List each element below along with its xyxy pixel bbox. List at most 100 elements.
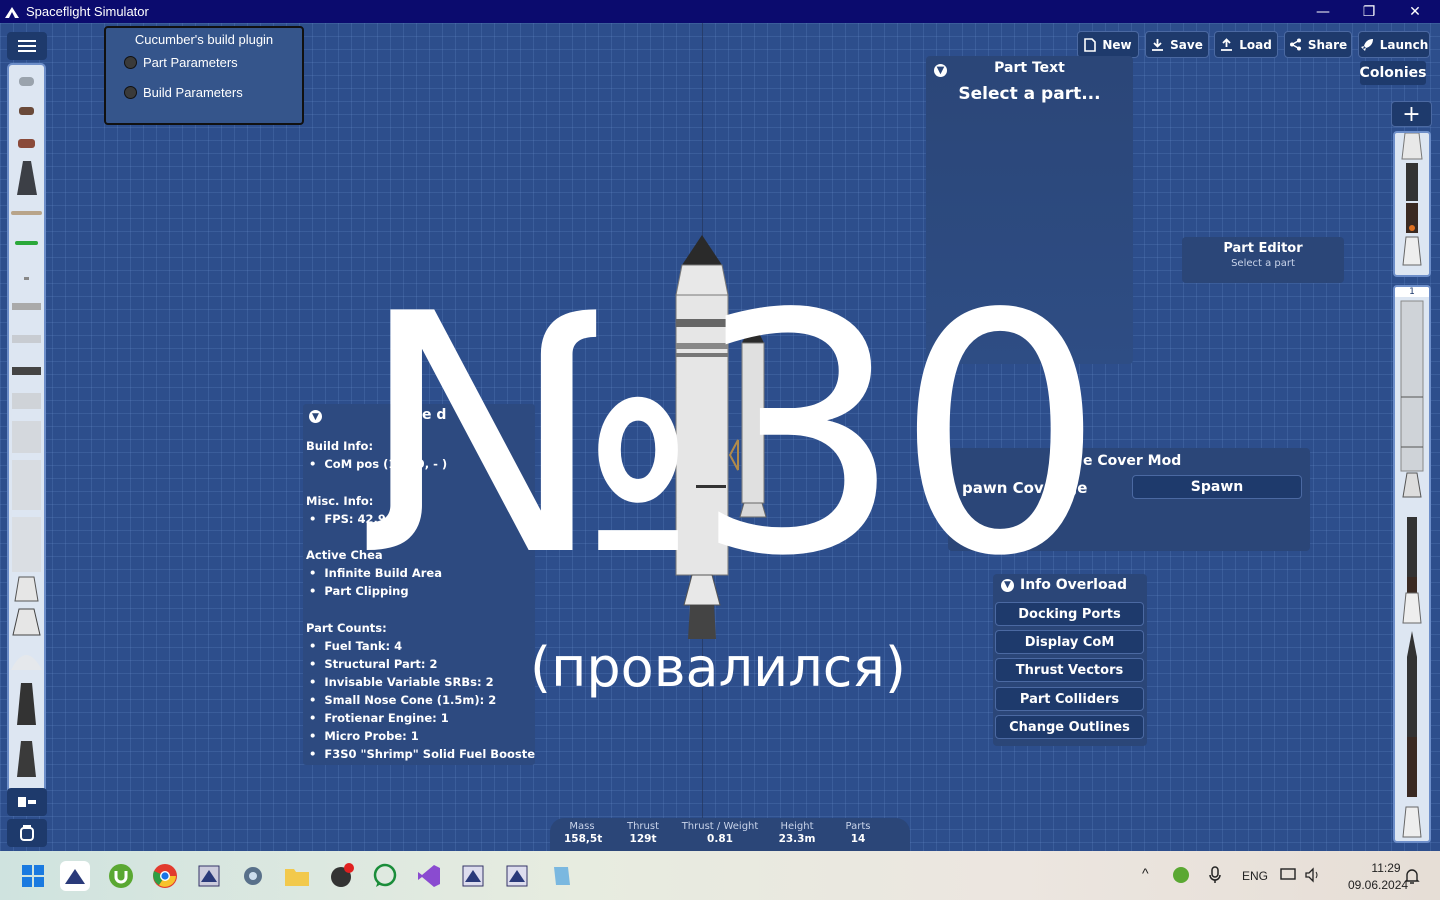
taskbar-app-1[interactable] <box>194 861 224 891</box>
part-text-title: Part Text <box>994 60 1065 76</box>
minimize-button[interactable]: — <box>1300 0 1346 23</box>
stat-label: Thrust / Weight <box>681 821 759 832</box>
download-icon <box>1152 39 1164 51</box>
taskbar-settings[interactable] <box>238 861 268 891</box>
taskbar-explorer[interactable] <box>282 861 312 891</box>
share-label: Share <box>1307 37 1348 52</box>
part-parameters-option[interactable]: Part Parameters <box>124 47 302 77</box>
stage-panel-top[interactable] <box>1393 131 1431 277</box>
load-button[interactable]: Load <box>1214 31 1278 58</box>
part-colliders-button[interactable]: Part Colliders <box>995 687 1144 711</box>
taskbar-whatsapp[interactable] <box>370 861 400 891</box>
option-label: Part Parameters <box>143 54 238 70</box>
stat-value: 129t <box>629 833 657 845</box>
stat-value: 23.3m <box>778 833 816 845</box>
utorrent-tray-icon[interactable] <box>1172 866 1190 884</box>
clock-date[interactable]: 09.06.2024 <box>1348 878 1408 892</box>
part-count-item: • Structural Part: 2 <box>309 657 438 671</box>
build-parameters-option[interactable]: Build Parameters <box>124 77 302 107</box>
taskbar: ^ ENG 11:29 09.06.2024 <box>0 851 1440 900</box>
spawn-button[interactable]: Spawn <box>1132 475 1302 499</box>
start-button[interactable] <box>18 861 48 891</box>
taskbar-app-4[interactable] <box>502 861 532 891</box>
build-stats-bar: Mass 158,5t Thrust 129t Thrust / Weight 0.8… <box>550 818 910 851</box>
stat-label: Parts <box>845 821 871 832</box>
trash-icon <box>20 825 34 841</box>
new-button[interactable]: New <box>1077 31 1139 58</box>
thrust-weight-stat: Thrust / Weight 0.81 <box>678 821 762 845</box>
notification-bell-icon[interactable] <box>1404 867 1420 885</box>
part-editor-prompt: Select a part <box>1231 258 1295 269</box>
part-count-item: • F3S0 "Shrimp" Solid Fuel Booster: 1 <box>309 747 535 761</box>
chrome-icon <box>153 864 177 888</box>
overlay-subtitle: (провалился) <box>530 636 906 699</box>
colonies-button[interactable]: Colonies <box>1360 61 1426 85</box>
upload-icon <box>1221 38 1233 51</box>
app-icon <box>198 865 220 887</box>
app-icon <box>554 867 570 885</box>
folder-icon <box>285 869 309 886</box>
stage-parts-icons <box>1401 133 1423 266</box>
app-icon <box>506 865 528 887</box>
share-button[interactable]: Share <box>1284 31 1352 58</box>
save-button[interactable]: Save <box>1145 31 1209 58</box>
toggle-symmetry-button[interactable] <box>7 788 47 816</box>
taskbar-utorrent[interactable] <box>106 861 136 891</box>
clock-time[interactable]: 11:29 <box>1366 861 1406 875</box>
stage-parts-icons <box>1400 300 1424 838</box>
sfs-icon <box>65 869 85 884</box>
parts-sidebar[interactable] <box>7 63 46 803</box>
new-label: New <box>1102 37 1132 52</box>
collapse-icon[interactable]: ▼ <box>309 410 322 423</box>
part-count-item: • Small Nose Cone (1.5m): 2 <box>309 693 497 707</box>
chevron-up-icon[interactable]: ^ <box>1142 865 1149 881</box>
taskbar-visual-studio[interactable] <box>414 861 444 891</box>
visual-studio-icon <box>418 865 440 887</box>
part-count-label: Small Nose Cone (1.5m): 2 <box>324 693 497 707</box>
part-editor-panel[interactable]: Part Editor Select a part <box>1182 237 1344 283</box>
taskbar-app-2[interactable] <box>326 861 356 891</box>
part-text-prompt: Select a part... <box>958 84 1101 104</box>
launch-button[interactable]: Launch <box>1358 31 1430 58</box>
thrust-stat: Thrust 129t <box>624 821 662 845</box>
volume-icon[interactable] <box>1304 867 1322 883</box>
network-icon[interactable] <box>1280 867 1298 883</box>
taskbar-app-3[interactable] <box>458 861 488 891</box>
part-count-label: Frotienar Engine: 1 <box>324 711 449 725</box>
taskbar-sfs-app[interactable] <box>60 861 90 891</box>
parts-list-icons[interactable] <box>9 65 44 801</box>
display-com-button[interactable]: Display CoM <box>995 630 1144 654</box>
stat-label: Mass <box>569 821 595 832</box>
maximize-button[interactable]: ❐ <box>1346 0 1392 23</box>
language-indicator[interactable]: ENG <box>1242 869 1268 883</box>
part-count-label: Micro Probe: 1 <box>324 729 419 743</box>
cucumber-plugin-panel: Cucumber's build plugin Part Parameters … <box>104 26 304 125</box>
microphone-icon[interactable] <box>1208 866 1222 884</box>
menu-button[interactable] <box>7 32 47 60</box>
taskbar-chrome[interactable] <box>150 861 180 891</box>
share-icon <box>1289 38 1301 51</box>
collapse-icon[interactable]: ▼ <box>934 64 947 77</box>
change-outlines-button[interactable]: Change Outlines <box>995 715 1144 739</box>
stage-number: 1 <box>1395 287 1429 297</box>
delete-button[interactable] <box>7 819 47 847</box>
app-icon <box>462 865 484 887</box>
part-count-label: Fuel Tank: 4 <box>324 639 403 653</box>
stat-label: Height <box>780 821 814 832</box>
stat-label: Thrust <box>626 821 660 832</box>
part-count-label: Structural Part: 2 <box>324 657 438 671</box>
stage-panel-1[interactable]: 1 <box>1393 285 1431 843</box>
taskbar-app-5[interactable] <box>546 861 576 891</box>
radio-icon <box>124 85 137 99</box>
build-canvas[interactable]: Cucumber's build plugin Part Parameters … <box>0 23 1440 851</box>
rocket-icon <box>1360 38 1373 51</box>
thrust-vectors-button[interactable]: Thrust Vectors <box>995 658 1144 682</box>
add-stage-button[interactable]: + <box>1391 101 1432 127</box>
symmetry-icon <box>18 797 36 807</box>
stat-value: 14 <box>850 833 866 845</box>
close-button[interactable]: ✕ <box>1392 0 1438 23</box>
whatsapp-icon <box>373 863 397 887</box>
gear-icon <box>244 867 262 885</box>
launch-label: Launch <box>1379 37 1429 52</box>
new-file-icon <box>1084 37 1097 52</box>
